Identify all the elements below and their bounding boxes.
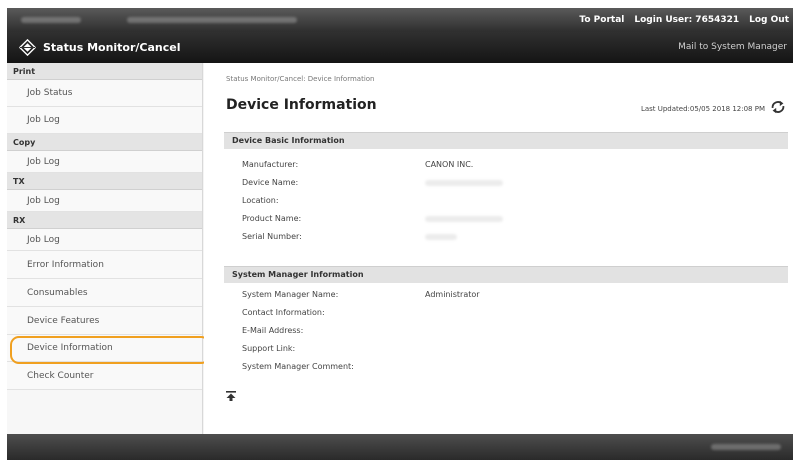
sidebar-header-copy: Copy [7,134,202,151]
to-top-icon[interactable] [226,391,236,401]
title-bar: Status Monitor/Cancel Mail to System Man… [7,32,793,63]
breadcrumb: Status Monitor/Cancel: Device Informatio… [226,75,375,83]
system-manager-information-header: System Manager Information [224,266,788,283]
mail-to-system-manager-link[interactable]: Mail to System Manager [678,32,787,63]
manufacturer-label: Manufacturer: [242,160,299,169]
sidebar-item-device-information[interactable]: Device Information [7,335,210,364]
product-name-value-blurred [425,216,503,222]
support-link-label: Support Link: [242,344,296,353]
canon-diamond-icon [19,39,36,56]
login-user-label: Login User: 7654321 [634,15,740,25]
manufacturer-value: CANON INC. [425,160,474,169]
blurred-copyright [711,444,781,450]
sidebar-item-copy-job-log[interactable]: Job Log [7,151,202,173]
location-label: Location: [242,196,279,205]
device-basic-information-header: Device Basic Information [224,132,788,149]
device-name-label: Device Name: [242,178,299,187]
device-name-value-blurred [425,180,503,186]
footer [7,434,793,460]
main-content: Status Monitor/Cancel: Device Informatio… [204,63,793,434]
blurred-device-name [21,17,81,23]
app-title: Status Monitor/Cancel [43,41,181,54]
sidebar-item-consumables[interactable]: Consumables [7,279,202,307]
serial-number-value-blurred [425,234,457,240]
sidebar-header-rx: RX [7,212,202,229]
top-bar: To Portal Login User: 7654321 Log Out [7,8,793,32]
blurred-product-name [127,17,297,23]
sidebar: Print Job Status Job Log Copy Job Log TX… [7,63,210,434]
log-out-link[interactable]: Log Out [749,15,789,25]
sidebar-item-print-job-log[interactable]: Job Log [7,107,202,134]
top-links: To Portal Login User: 7654321 Log Out [579,8,789,32]
browser-content: To Portal Login User: 7654321 Log Out St… [7,8,793,460]
product-name-label: Product Name: [242,214,302,223]
system-manager-comment-label: System Manager Comment: [242,362,354,371]
sidebar-item-rx-job-log[interactable]: Job Log [7,229,202,251]
sidebar-item-error-information[interactable]: Error Information [7,251,202,279]
system-manager-name-value: Administrator [425,290,480,299]
sidebar-item-device-features[interactable]: Device Features [7,307,202,335]
last-updated-label: Last Updated:05/05 2018 12:08 PM [640,105,765,113]
refresh-icon[interactable] [769,98,787,116]
sidebar-item-tx-job-log[interactable]: Job Log [7,190,202,212]
page-title: Device Information [226,97,377,113]
sidebar-item-check-counter[interactable]: Check Counter [7,362,202,390]
sidebar-header-tx: TX [7,173,202,190]
email-address-label: E-Mail Address: [242,326,304,335]
system-manager-name-label: System Manager Name: [242,290,339,299]
to-portal-link[interactable]: To Portal [579,15,624,25]
contact-information-label: Contact Information: [242,308,325,317]
serial-number-label: Serial Number: [242,232,302,241]
sidebar-header-print: Print [7,63,202,80]
sidebar-item-print-job-status[interactable]: Job Status [7,80,202,107]
